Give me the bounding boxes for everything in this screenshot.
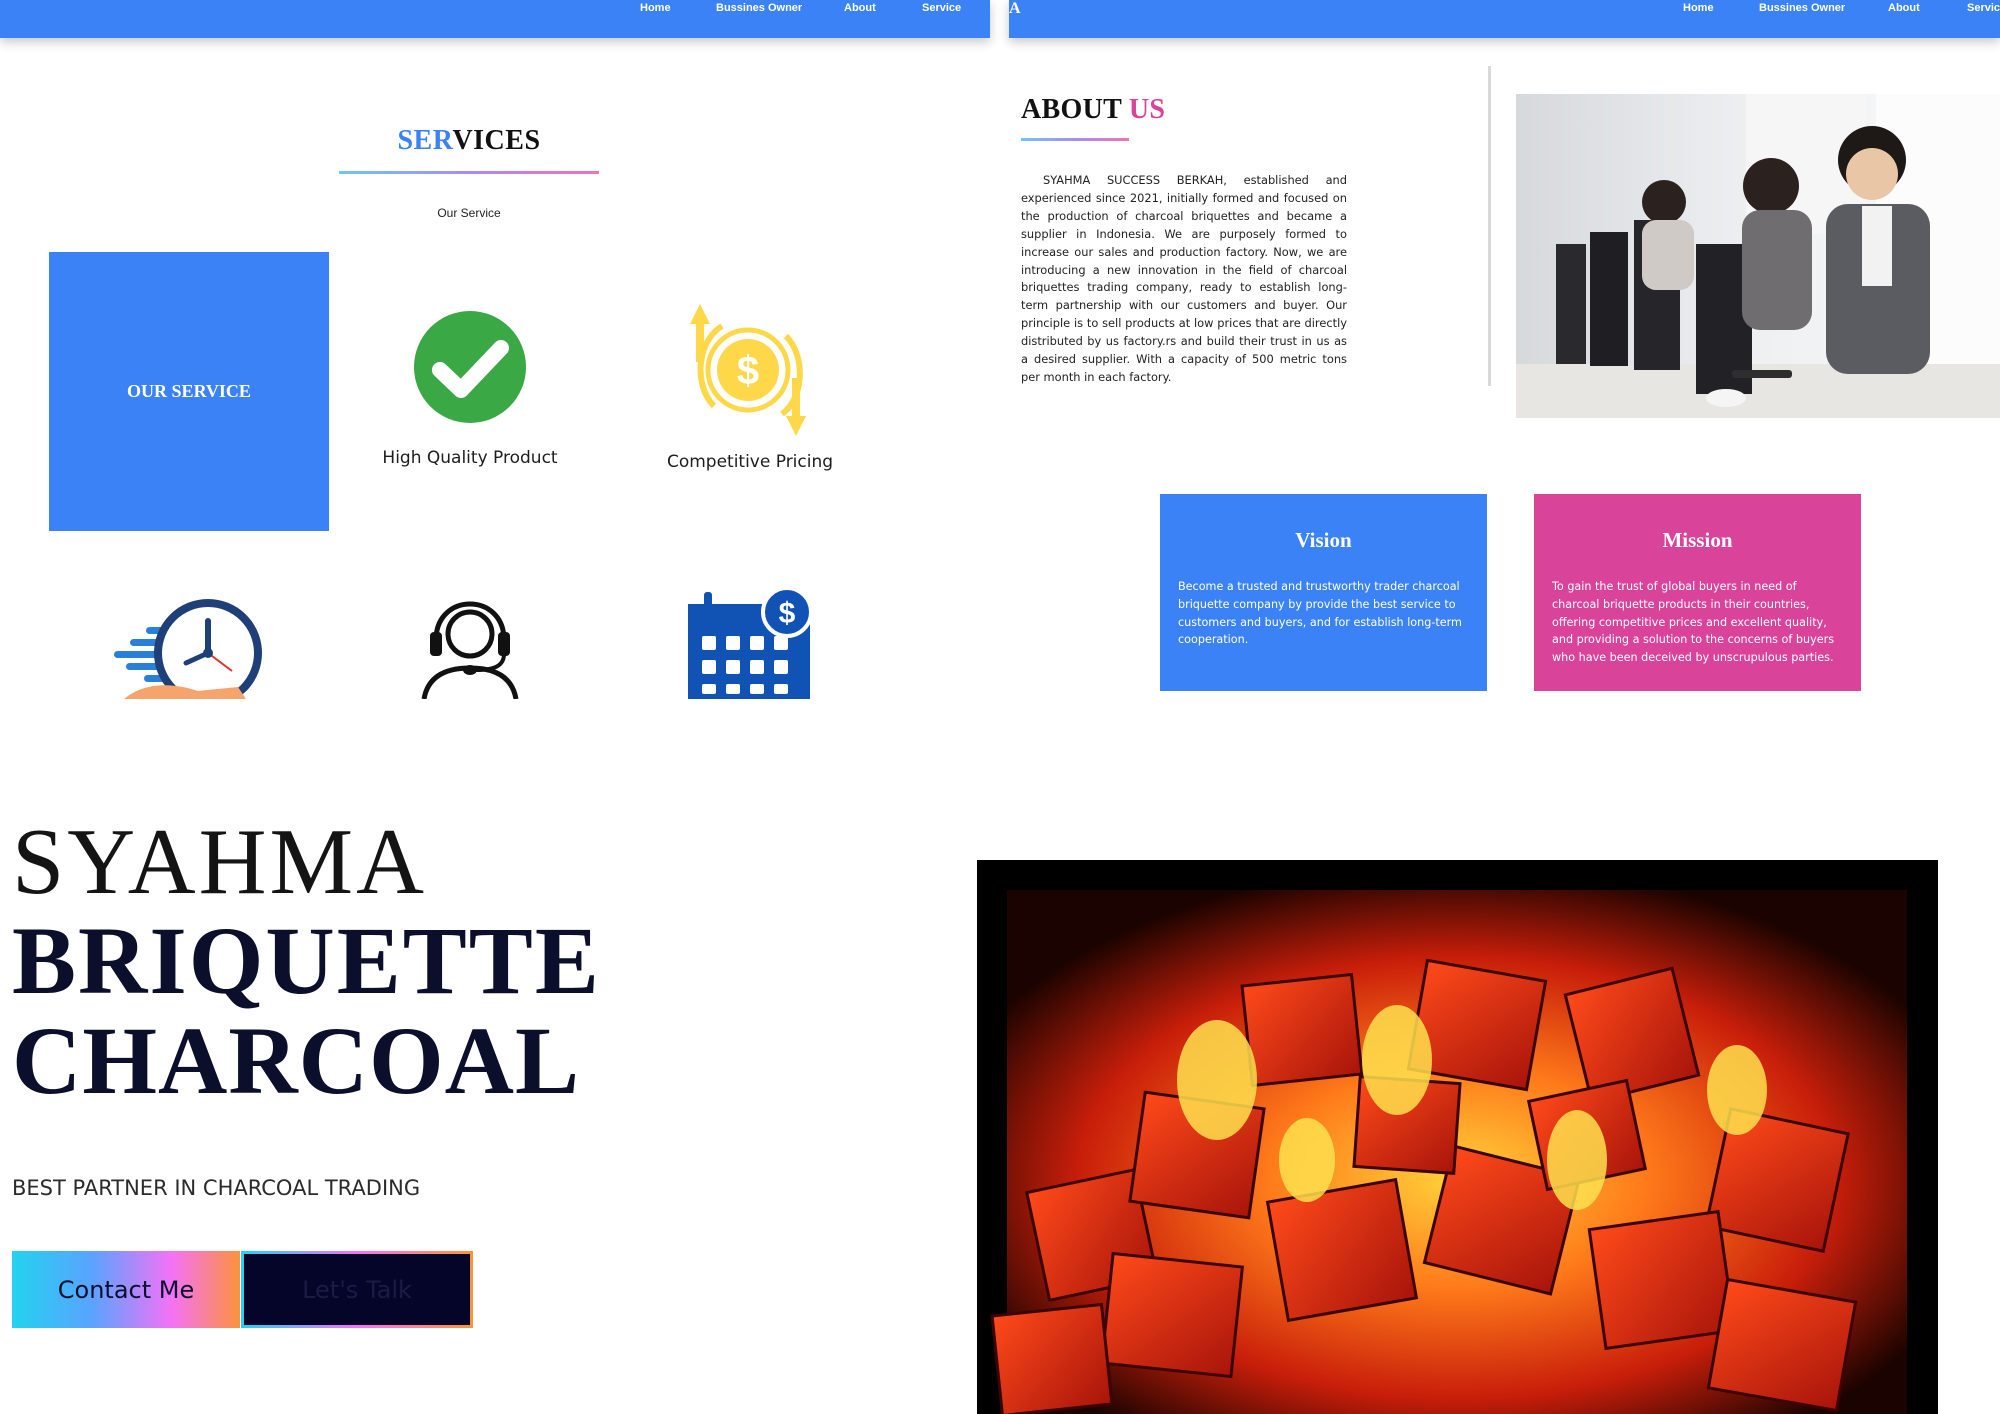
vision-title: Vision xyxy=(1295,528,1352,552)
about-underline xyxy=(1021,138,1129,141)
vision-text: Become a trusted and trustworthy trader … xyxy=(1178,580,1462,647)
hero-title-line-2: BRIQUETTE xyxy=(12,907,601,1014)
left-nav-bar: Home Bussines Owner About Service xyxy=(0,0,990,38)
nav-business-owner-link[interactable]: Bussines Owner xyxy=(716,2,802,14)
contact-me-button[interactable]: Contact Me xyxy=(12,1251,240,1328)
our-service-label: OUR SERVICE xyxy=(127,381,251,401)
nav-service-link[interactable]: Service xyxy=(922,2,961,14)
vision-card: Vision Become a trusted and trustworthy … xyxy=(1160,494,1487,691)
dollar-exchange-icon: $ xyxy=(690,304,806,436)
right-nav-bar: A Home Bussines Owner About Service xyxy=(1009,0,2000,38)
hero-title-line-3: CHARCOAL xyxy=(12,1007,581,1114)
nav-home-link[interactable]: Home xyxy=(1683,2,1714,14)
fast-clock-icon xyxy=(114,599,262,699)
nav-home-link[interactable]: Home xyxy=(640,2,671,14)
lets-talk-button[interactable]: Let's Talk xyxy=(241,1251,473,1328)
burning-charcoal-image xyxy=(977,860,1938,1414)
contact-me-label: Contact Me xyxy=(57,1275,195,1304)
service-item-label: High Quality Product xyxy=(382,448,558,468)
check-icon xyxy=(414,311,526,423)
services-title: SERVICES xyxy=(397,125,541,156)
mission-text: To gain the trust of global buyers in ne… xyxy=(1552,580,1835,665)
payment-calendar-icon: $ xyxy=(688,588,812,699)
about-body-text: SYAHMA SUCCESS BERKAH, established and e… xyxy=(1021,173,1347,384)
svg-text:$: $ xyxy=(737,349,759,393)
about-title: ABOUT US xyxy=(1021,94,1166,125)
brand-fragment: A xyxy=(1009,0,1021,17)
hero-title-line-1: SYAHMA xyxy=(12,810,427,914)
svg-text:$: $ xyxy=(779,597,796,630)
call-center-photo xyxy=(1516,94,2000,418)
nav-about-link[interactable]: About xyxy=(844,2,876,14)
our-service-box[interactable]: OUR SERVICE xyxy=(49,252,329,531)
hero-tagline: BEST PARTNER IN CHARCOAL TRADING xyxy=(12,1176,421,1200)
mission-title: Mission xyxy=(1662,528,1733,552)
about-divider xyxy=(1488,66,1491,386)
services-subtitle: Our Service xyxy=(437,206,501,220)
lets-talk-label: Let's Talk xyxy=(302,1275,412,1304)
services-underline xyxy=(339,171,599,174)
nav-service-link[interactable]: Service xyxy=(1967,2,2000,14)
service-item-label: Competitive Pricing xyxy=(666,452,834,472)
mission-card: Mission To gain the trust of global buye… xyxy=(1534,494,1861,691)
nav-about-link[interactable]: About xyxy=(1888,2,1920,14)
nav-business-owner-link[interactable]: Bussines Owner xyxy=(1759,2,1845,14)
customer-support-icon xyxy=(421,601,519,699)
